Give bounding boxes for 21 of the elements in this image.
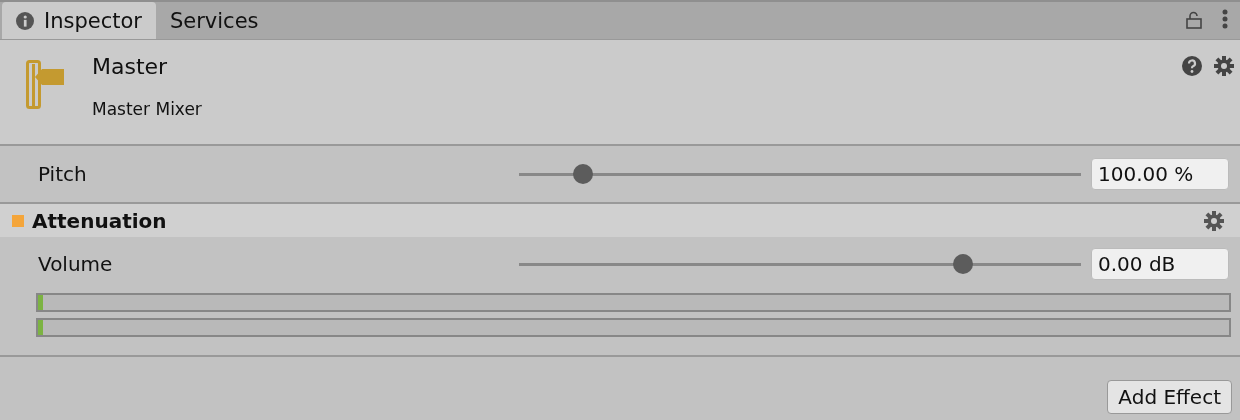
- volume-label: Volume: [38, 252, 114, 276]
- slider-thumb[interactable]: [952, 254, 973, 274]
- section-title: Attenuation: [32, 208, 167, 233]
- lock-icon[interactable]: [1186, 11, 1202, 29]
- pitch-field[interactable]: 100.00 %: [1091, 158, 1229, 190]
- volume-field[interactable]: 0.00 dB: [1091, 248, 1229, 280]
- help-icon[interactable]: [1182, 56, 1202, 76]
- info-icon: [16, 11, 34, 30]
- slider-thumb[interactable]: [573, 164, 594, 184]
- more-icon[interactable]: [1222, 9, 1228, 29]
- settings-icon[interactable]: [1214, 56, 1234, 76]
- object-title: Master: [92, 54, 169, 79]
- tab[interactable]: Inspector: [2, 2, 156, 39]
- volume-slider[interactable]: [519, 254, 1081, 274]
- pitch-label: Pitch: [38, 162, 88, 186]
- object-subtitle: Master Mixer: [92, 99, 202, 119]
- settings-icon[interactable]: [1204, 210, 1224, 231]
- tab[interactable]: Services: [155, 2, 273, 39]
- pitch-slider[interactable]: [519, 164, 1081, 184]
- add-effect-button[interactable]: Add Effect: [1107, 380, 1232, 414]
- mixer-icon: [26, 60, 66, 110]
